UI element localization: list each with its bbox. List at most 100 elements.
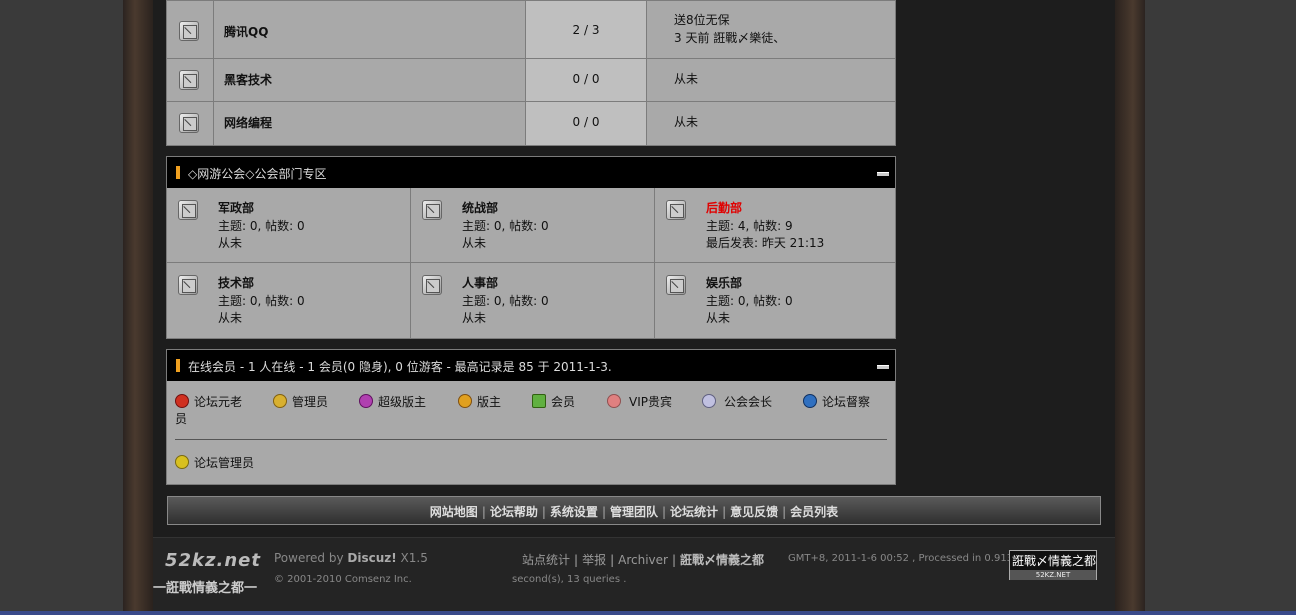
category-forum-cell: 娱乐部 主题: 0, 帖数: 0 从未: [655, 263, 895, 338]
category-forum-name[interactable]: 后勤部: [706, 199, 742, 216]
forum-row: 黑客技术 0 / 0 从未: [167, 59, 895, 102]
nav-forum-help[interactable]: 论坛帮助: [490, 505, 538, 519]
footer-link-report[interactable]: 举报: [582, 553, 606, 567]
forum-row: 网络编程 0 / 0 从未: [167, 102, 895, 145]
category-forum-name[interactable]: 人事部: [462, 274, 498, 291]
forum-count: 0 / 0: [572, 115, 600, 129]
category-forum-last: 从未: [218, 236, 243, 250]
online-title[interactable]: 在线会员 - 1 人在线 - 1 会员(0 隐身), 0 位游客 - 最高记录是…: [188, 358, 612, 375]
category-forum-stats: 主题: 0, 帖数: 0: [706, 294, 793, 308]
nav-separator: |: [541, 505, 546, 519]
nav-management-team[interactable]: 管理团队: [610, 505, 658, 519]
category-forum-name[interactable]: 技术部: [218, 274, 254, 291]
category-forum-cell: 军政部 主题: 0, 帖数: 0 从未: [167, 188, 411, 263]
footer-nav-bar: 网站地图 | 论坛帮助 | 系统设置 | 管理团队 | 论坛统计 | 意见反馈 | 会员列表: [167, 496, 1101, 525]
nav-member-list[interactable]: 会员列表: [790, 505, 838, 519]
footer-separator: |: [574, 553, 579, 567]
forum-admin-badge-icon: [175, 455, 189, 469]
category-forum-name[interactable]: 娱乐部: [706, 274, 742, 291]
category-forum-stats: 主题: 0, 帖数: 0: [218, 219, 305, 233]
category-forum-stats: 主题: 0, 帖数: 0: [218, 294, 305, 308]
category-header: ◇网游公会◇公会部门专区: [167, 157, 895, 188]
powered-prefix: Powered by: [274, 551, 348, 565]
forum-icon-cell: [167, 102, 214, 145]
forum-count-cell: 0 / 0: [526, 59, 647, 101]
forum-status-icon: [178, 200, 198, 220]
site-badge[interactable]: 誑戰〆情義之都 52KZ.NET: [1009, 550, 1097, 580]
footer-links: 站点统计 | 举报 | Archiver | 誑戰〆情義之都: [522, 551, 764, 568]
category-marker: [176, 166, 180, 179]
nav-system-settings[interactable]: 系统设置: [550, 505, 598, 519]
nav-separator: |: [601, 505, 606, 519]
forum-status-icon: [179, 113, 199, 133]
category-forum-name[interactable]: 军政部: [218, 199, 254, 216]
forum-icon-cell: [167, 59, 214, 101]
category-forum-cell: 统战部 主题: 0, 帖数: 0 从未: [411, 188, 655, 263]
nav-separator: |: [662, 505, 667, 519]
footer-nav-links: 网站地图 | 论坛帮助 | 系统设置 | 管理团队 | 论坛统计 | 意见反馈 | 会员列表: [168, 503, 1100, 520]
super-mod-badge-icon: [359, 394, 373, 408]
collapse-icon[interactable]: [877, 365, 889, 369]
online-header: 在线会员 - 1 人在线 - 1 会员(0 隐身), 0 位游客 - 最高记录是…: [167, 350, 895, 381]
category-forum-stats: 主题: 0, 帖数: 0: [462, 219, 549, 233]
forum-list-table: 腾讯QQ 2 / 3 送8位无保 3 天前 誑戰〆樂徒、 黑客技术 0 / 0 …: [166, 0, 896, 146]
last-post-title[interactable]: 送8位无保: [674, 12, 730, 29]
category-forum-last[interactable]: 最后发表: 昨天 21:13: [706, 234, 824, 251]
nav-site-map[interactable]: 网站地图: [430, 505, 478, 519]
legend-label: 论坛督察: [822, 395, 871, 409]
admin-badge-icon: [273, 394, 287, 408]
category-forum-last: 从未: [218, 311, 243, 325]
category-forum-last: 从未: [462, 311, 487, 325]
site-logo-subtitle: 一誑戰情義之都一: [153, 581, 258, 596]
category-forum-name[interactable]: 统战部: [462, 199, 498, 216]
legend-label: 公会会长: [724, 395, 773, 409]
site-logo[interactable]: 52kz.net: [165, 550, 261, 571]
legend-label: 版主: [477, 395, 502, 409]
forum-name-link[interactable]: 腾讯QQ: [224, 23, 268, 40]
copyright: © 2001-2010 Comsenz Inc.: [274, 574, 412, 585]
category-box: ◇网游公会◇公会部门专区 军政部 主题: 0, 帖数: 0 从未 统战部 主题:…: [166, 156, 896, 339]
forum-name-link[interactable]: 黑客技术: [224, 71, 272, 88]
forum-count: 2 / 3: [572, 23, 600, 37]
online-marker: [176, 359, 180, 372]
legend-label-wrap: 员: [175, 412, 188, 426]
last-post-title: 从未: [674, 72, 699, 86]
online-divider: [175, 439, 887, 440]
forum-status-icon: [179, 21, 199, 41]
legend-label: VIP贵宾: [629, 395, 672, 409]
forum-name-cell: 网络编程: [214, 102, 526, 145]
forum-count: 0 / 0: [572, 72, 600, 86]
powered-by: Powered by Discuz! X1.5: [274, 551, 428, 565]
forum-name-link[interactable]: 网络编程: [224, 114, 272, 131]
category-forum-cell: 人事部 主题: 0, 帖数: 0 从未: [411, 263, 655, 338]
online-members-box: 在线会员 - 1 人在线 - 1 会员(0 隐身), 0 位游客 - 最高记录是…: [166, 349, 896, 485]
category-title[interactable]: ◇网游公会◇公会部门专区: [188, 165, 326, 182]
online-member-label[interactable]: 论坛管理员: [194, 454, 254, 471]
forum-name-cell: 腾讯QQ: [214, 1, 526, 58]
server-time-info: GMT+8, 2011-1-6 00:52 , Processed in 0.9…: [788, 553, 1033, 564]
forum-status-icon: [666, 200, 686, 220]
collapse-icon[interactable]: [877, 172, 889, 176]
guild-leader-badge-icon: [702, 394, 716, 408]
nav-forum-stats[interactable]: 论坛统计: [670, 505, 718, 519]
category-forum-last: 从未: [462, 236, 487, 250]
forum-status-icon: [422, 200, 442, 220]
discuz-link[interactable]: Discuz!: [347, 551, 396, 565]
forum-status-icon: [178, 275, 198, 295]
last-post-title: 从未: [674, 115, 699, 129]
member-group-legend: 论坛元老 员 管理员 超级版主 版主 会员 VIP贵宾 公会会长 论坛督察: [175, 393, 887, 441]
nav-separator: |: [782, 505, 787, 519]
category-forum-stats: 主题: 4, 帖数: 9: [706, 219, 793, 233]
footer-link-archiver[interactable]: Archiver: [618, 553, 668, 567]
last-post-info[interactable]: 3 天前 誑戰〆樂徒、: [674, 30, 785, 47]
footer-link-stats[interactable]: 站点统计: [522, 553, 570, 567]
footer-link-site[interactable]: 誑戰〆情義之都: [680, 553, 764, 567]
nav-feedback[interactable]: 意见反馈: [730, 505, 778, 519]
legend-label: 论坛元老: [194, 395, 243, 409]
legend-label: 超级版主: [378, 395, 427, 409]
site-badge-title: 誑戰〆情義之都: [1012, 554, 1097, 568]
forum-status-icon: [666, 275, 686, 295]
nav-separator: |: [722, 505, 727, 519]
legend-label: 会员: [551, 395, 576, 409]
category-forum-cell: 后勤部 主题: 4, 帖数: 9 最后发表: 昨天 21:13: [655, 188, 895, 263]
